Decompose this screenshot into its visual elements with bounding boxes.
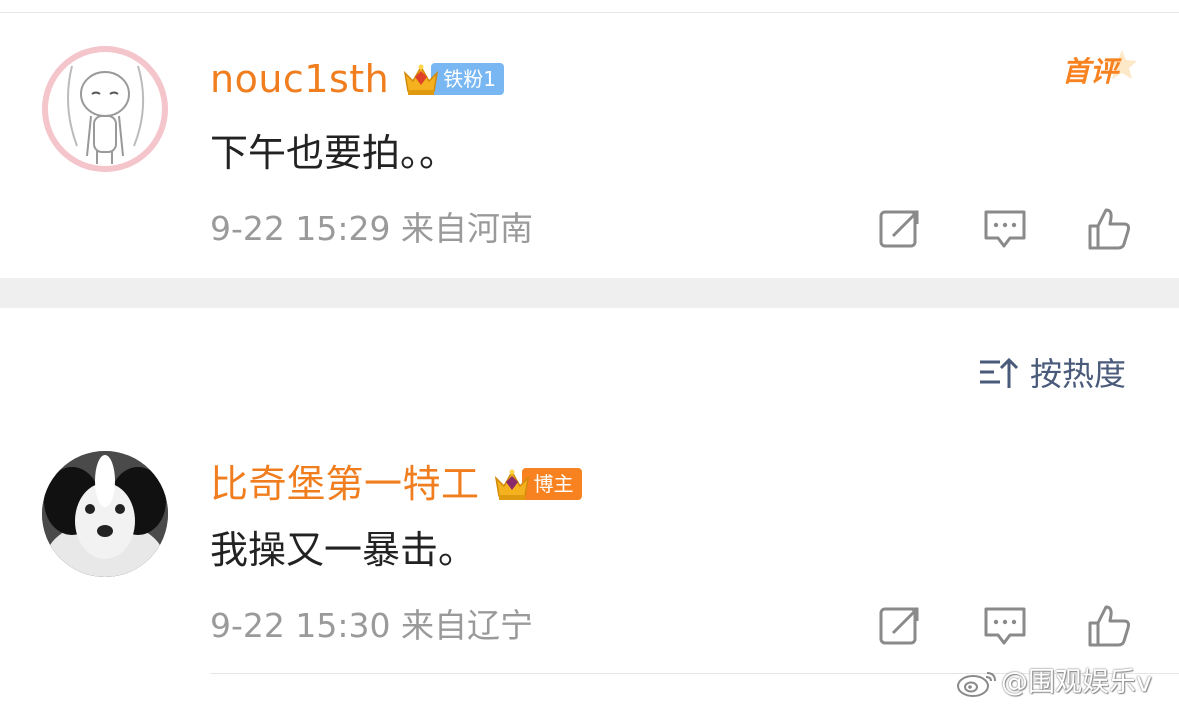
- comment-meta: 9-22 15:30 来自辽宁: [210, 606, 533, 645]
- sort-icon: [980, 357, 1018, 388]
- sort-label: 按热度: [1030, 355, 1127, 393]
- avatar[interactable]: [42, 46, 168, 172]
- like-icon[interactable]: [1086, 206, 1132, 252]
- sort-toggle[interactable]: 按热度: [978, 354, 1126, 394]
- top-divider: [0, 12, 1179, 13]
- comment-icon[interactable]: [982, 603, 1028, 649]
- avatar-bunny-image: [42, 46, 168, 172]
- share-icon[interactable]: [877, 206, 923, 252]
- watermark-text: @围观娱乐v: [1001, 666, 1152, 698]
- watermark: @围观娱乐v: [955, 662, 1152, 702]
- section-separator: [0, 278, 1179, 308]
- comment-header: 比奇堡第一特工 博主: [210, 459, 582, 509]
- avatar-dog-image: [42, 451, 168, 577]
- fan-badge[interactable]: 铁粉1: [401, 59, 505, 99]
- comment-header: nouc1sth 铁粉1: [210, 54, 505, 104]
- like-icon[interactable]: [1086, 603, 1132, 649]
- first-comment-badge: 首评: [1060, 46, 1144, 100]
- crown-icon: [494, 469, 529, 500]
- comment-text: 下午也要拍。。: [210, 131, 458, 175]
- avatar[interactable]: [42, 451, 168, 577]
- crown-icon: [404, 64, 439, 95]
- comment-meta: 9-22 15:29 来自河南: [210, 209, 533, 248]
- comment-text: 我操又一暴击。: [210, 528, 477, 572]
- comment-item: 比奇堡第一特工 博主 我操又一暴击。 9-22 15:30 来自辽宁: [0, 445, 1179, 685]
- share-icon[interactable]: [877, 603, 923, 649]
- first-comment-label: 首评: [1062, 55, 1119, 88]
- comment-icon[interactable]: [982, 206, 1028, 252]
- username[interactable]: 比奇堡第一特工: [210, 465, 480, 503]
- author-badge[interactable]: 博主: [492, 464, 582, 504]
- username[interactable]: nouc1sth: [210, 60, 389, 98]
- comment-item: nouc1sth 铁粉1 首评 下午也要拍。。 9-22 15:29 来自河南: [0, 40, 1179, 278]
- badge-label: 铁粉1: [431, 63, 505, 95]
- weibo-logo-icon: [957, 672, 996, 697]
